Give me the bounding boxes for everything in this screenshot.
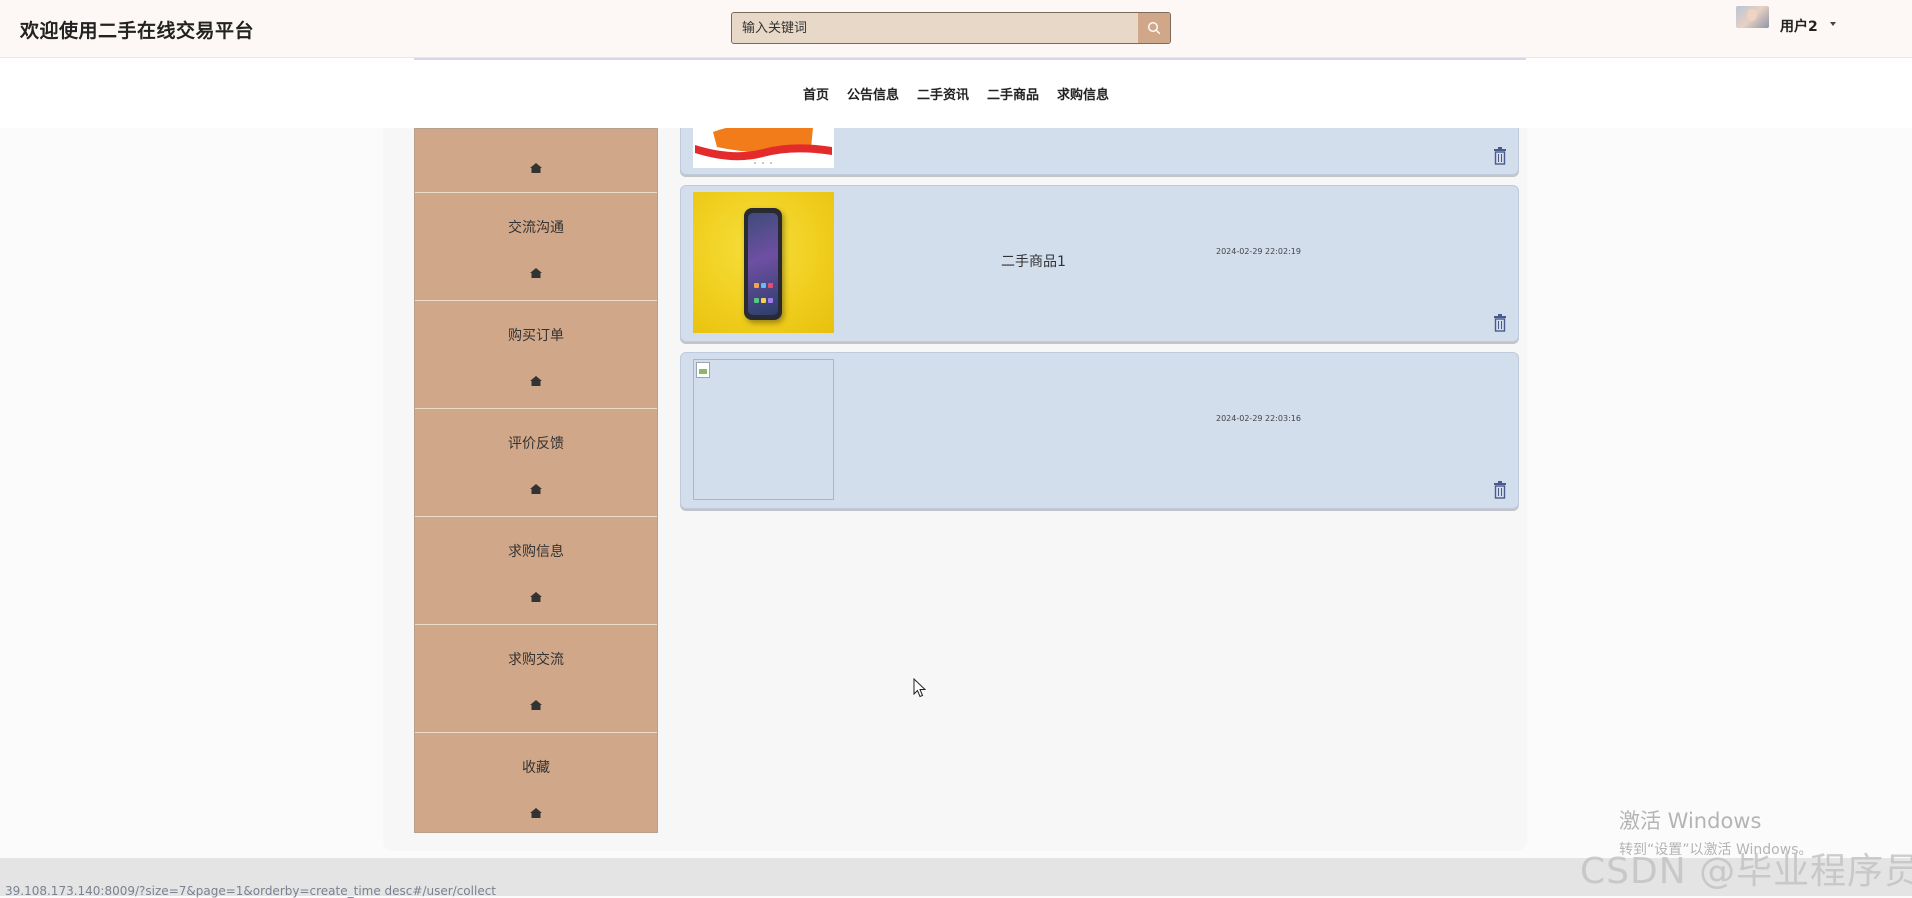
watermark: CSDN @毕业程序员 bbox=[1580, 851, 1912, 892]
home-icon bbox=[530, 808, 542, 818]
user-menu[interactable]: 用户2 bbox=[1736, 6, 1836, 42]
nav-item-wanted[interactable]: 求购信息 bbox=[1057, 84, 1109, 103]
home-icon bbox=[530, 700, 542, 710]
home-icon bbox=[530, 592, 542, 602]
top-bar: 欢迎使用二手在线交易平台 用户2 bbox=[0, 0, 1912, 58]
product-image[interactable] bbox=[693, 192, 834, 333]
nav-divider bbox=[414, 58, 1526, 60]
username[interactable]: 用户2 bbox=[1780, 16, 1818, 36]
sidebar-item-label: 购买订单 bbox=[508, 328, 564, 344]
sidebar-item-favorites[interactable]: 收藏 bbox=[415, 733, 657, 840]
sidebar-item-orders[interactable]: 购买订单 bbox=[415, 301, 657, 409]
sidebar-item-label: 评价反馈 bbox=[508, 436, 564, 452]
sidebar-item-top[interactable] bbox=[415, 129, 657, 193]
avatar[interactable] bbox=[1736, 6, 1769, 28]
collect-time: 2024-02-29 22:02:19 bbox=[1216, 247, 1301, 256]
product-title[interactable]: 二手商品1 bbox=[1001, 251, 1066, 271]
sidebar-item-label: 求购交流 bbox=[508, 652, 564, 668]
home-icon bbox=[530, 268, 542, 278]
nav-item-announcements[interactable]: 公告信息 bbox=[847, 84, 899, 103]
search-button[interactable] bbox=[1138, 13, 1170, 43]
favorite-card[interactable]: 2024-02-29 22:03:16 bbox=[680, 352, 1519, 509]
product-image-broken[interactable] bbox=[693, 359, 834, 500]
main-nav: 首页 公告信息 二手资讯 二手商品 求购信息 bbox=[0, 58, 1912, 128]
home-icon bbox=[530, 163, 542, 173]
nav-item-products[interactable]: 二手商品 bbox=[987, 84, 1039, 103]
sidebar-item-wanted[interactable]: 求购信息 bbox=[415, 517, 657, 625]
activation-title: 激活 Windows bbox=[1619, 809, 1762, 833]
caret-down-icon[interactable] bbox=[1829, 22, 1836, 26]
sidebar-item-chat[interactable]: 交流沟通 bbox=[415, 193, 657, 301]
trash-icon[interactable] bbox=[1493, 481, 1507, 499]
sidebar-item-label: 交流沟通 bbox=[508, 220, 564, 236]
search-bar bbox=[731, 12, 1171, 44]
nav-item-news[interactable]: 二手资讯 bbox=[917, 84, 969, 103]
sidebar-item-wanted-chat[interactable]: 求购交流 bbox=[415, 625, 657, 733]
trash-icon[interactable] bbox=[1493, 314, 1507, 332]
home-icon bbox=[530, 376, 542, 386]
site-title: 欢迎使用二手在线交易平台 bbox=[20, 20, 255, 42]
home-icon bbox=[530, 484, 542, 494]
sidebar-item-label: 求购信息 bbox=[508, 544, 564, 560]
nav-list: 首页 公告信息 二手资讯 二手商品 求购信息 bbox=[0, 84, 1912, 103]
search-icon bbox=[1147, 21, 1161, 35]
trash-icon[interactable] bbox=[1493, 147, 1507, 165]
phone-graphic bbox=[744, 208, 782, 320]
favorite-card[interactable]: 二手商品1 2024-02-29 22:02:19 bbox=[680, 185, 1519, 342]
nav-item-home[interactable]: 首页 bbox=[803, 84, 829, 103]
sidebar-item-label: 收藏 bbox=[522, 760, 550, 776]
sidebar-item-feedback[interactable]: 评价反馈 bbox=[415, 409, 657, 517]
search-input[interactable] bbox=[732, 13, 1138, 43]
mouse-cursor-icon bbox=[913, 678, 926, 698]
collect-time: 2024-02-29 22:03:16 bbox=[1216, 414, 1301, 423]
user-sidebar: 交流沟通 购买订单 评价反馈 求购信息 求购交流 收藏 bbox=[414, 128, 658, 833]
broken-image-icon bbox=[696, 362, 710, 378]
